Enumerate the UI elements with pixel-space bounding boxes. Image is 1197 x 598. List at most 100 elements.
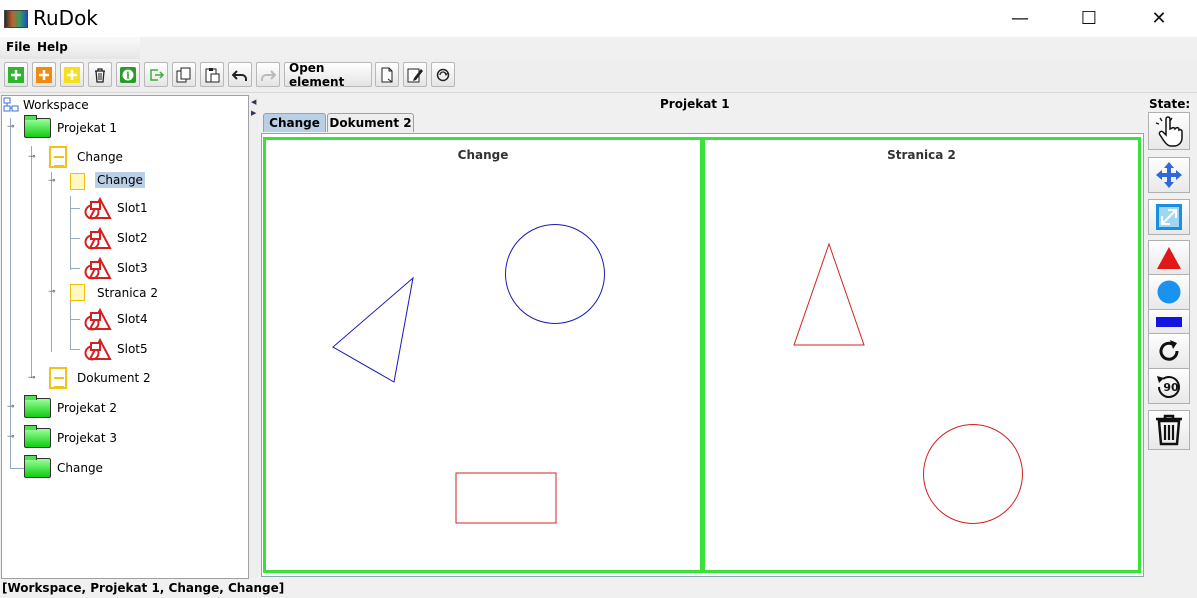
delete-button[interactable] [88,62,112,87]
move-arrows-icon [1156,162,1182,188]
info-button[interactable]: i [116,62,140,87]
hand-pointer-icon [1155,116,1183,147]
menu-help[interactable]: Help [37,40,68,54]
expand-handle[interactable]: ⊸ [7,433,15,442]
tree-node-label[interactable]: Projekat 2 [57,401,117,415]
new-page-button[interactable] [60,62,84,87]
expand-handle[interactable]: ⊸ [48,288,56,297]
slot-icon [84,308,112,331]
delete-state-button[interactable] [1148,410,1190,450]
tab-change[interactable]: Change [263,113,326,132]
green-plus-icon [8,66,24,83]
page-icon [70,173,85,190]
page-icon [70,284,85,301]
tree-node-label[interactable]: Dokument 2 [77,371,151,385]
rotate-icon [1159,340,1179,361]
minimize-button[interactable]: — [997,0,1043,36]
yellow-plus-icon [64,66,80,83]
refresh-icon [436,68,450,81]
refresh-button[interactable] [431,62,455,87]
resize-state-button[interactable] [1148,199,1190,235]
new-project-button[interactable] [4,62,28,87]
rotate-state-button[interactable] [1148,333,1190,369]
blue-circle-icon [1157,280,1181,304]
redo-icon [261,69,276,81]
expand-handle[interactable]: ⊸ [7,403,15,412]
page-drawing [332,224,605,524]
document-icon [49,367,67,389]
tree-root-label[interactable]: Workspace [23,98,89,112]
page-panel-change[interactable]: Change [263,137,703,573]
expand-handle[interactable]: ⊸ [48,177,56,186]
rectangle-state-button[interactable] [1148,309,1190,335]
project-folder-icon [24,455,51,478]
tree-node-label-selected[interactable]: Change [95,172,145,188]
project-folder-icon [24,425,51,448]
resize-icon [1156,204,1182,230]
red-triangle-icon [1157,247,1181,269]
expand-handle[interactable]: ⊸ [28,374,36,383]
circle-state-button[interactable] [1148,274,1190,310]
tree-node-label[interactable]: Slot4 [117,312,148,326]
new-file-button[interactable] [375,62,399,87]
edit-button[interactable] [403,62,427,87]
project-folder-icon [24,115,51,138]
circle-shape[interactable] [923,424,1023,524]
svg-text:i: i [126,71,130,81]
tab-dokument-2[interactable]: Dokument 2 [327,113,414,132]
expand-handle[interactable]: ⊸ [28,153,36,162]
pen-icon [407,68,423,82]
page-drawing [793,242,1023,524]
tree-node-label[interactable]: Change [77,150,123,164]
move-state-button[interactable] [1148,157,1190,193]
undo-button[interactable] [228,62,252,87]
workspace-icon [3,97,19,112]
paste-icon [205,67,220,82]
file-icon [381,67,393,82]
collapse-left-icon[interactable]: ◀ [251,98,256,106]
copy-icon [176,67,191,82]
slot-icon [84,227,112,250]
status-bar: [Workspace, Projekat 1, Change, Change] [2,581,285,595]
workspace-tree[interactable]: Workspace ⊸ Projekat 1 ⊸ Change ⊸ Change… [1,95,249,579]
select-state-button[interactable] [1148,112,1190,150]
maximize-button[interactable]: ☐ [1066,0,1112,36]
paste-button[interactable] [200,62,224,87]
tree-node-label[interactable]: Slot1 [117,201,148,215]
collapse-right-icon[interactable]: ▶ [251,109,256,117]
redo-button[interactable] [256,62,280,87]
new-document-button[interactable] [32,62,56,87]
open-element-button[interactable]: Open element [284,61,372,89]
expand-handle[interactable]: ⊸ [7,123,15,132]
triangle-state-button[interactable] [1148,240,1190,276]
close-button[interactable]: ✕ [1136,0,1182,36]
project-folder-icon [24,395,51,418]
split-pane-divider[interactable]: ◀ ▶ [249,95,258,577]
tree-node-label[interactable]: Slot2 [117,231,148,245]
exit-icon [150,68,164,81]
menu-file[interactable]: File [6,40,31,54]
rectangle-shape[interactable] [455,472,557,524]
triangle-shape[interactable] [793,242,865,346]
tree-node-label[interactable]: Projekat 1 [57,121,117,135]
page-panel-stranica-2[interactable]: Stranica 2 [702,137,1141,573]
trash-icon [95,67,105,83]
undo-icon [232,69,247,81]
tree-node-label[interactable]: Stranica 2 [97,286,158,300]
copy-button[interactable] [172,62,196,87]
circle-shape[interactable] [505,224,605,324]
slot-icon [84,338,112,361]
tree-node-label[interactable]: Projekat 3 [57,431,117,445]
rotate-90-icon: 90 [1157,376,1180,398]
exit-button[interactable] [144,62,168,87]
document-icon [49,146,67,168]
slot-icon [84,257,112,280]
tree-node-label[interactable]: Slot3 [117,261,148,275]
info-icon: i [120,66,136,83]
triangle-shape[interactable] [332,276,414,383]
tree-node-label[interactable]: Change [57,461,103,475]
blue-rectangle-icon [1156,317,1182,327]
slot-icon [84,197,112,220]
tree-node-label[interactable]: Slot5 [117,342,148,356]
rotate-90-state-button[interactable]: 90 [1148,368,1190,404]
